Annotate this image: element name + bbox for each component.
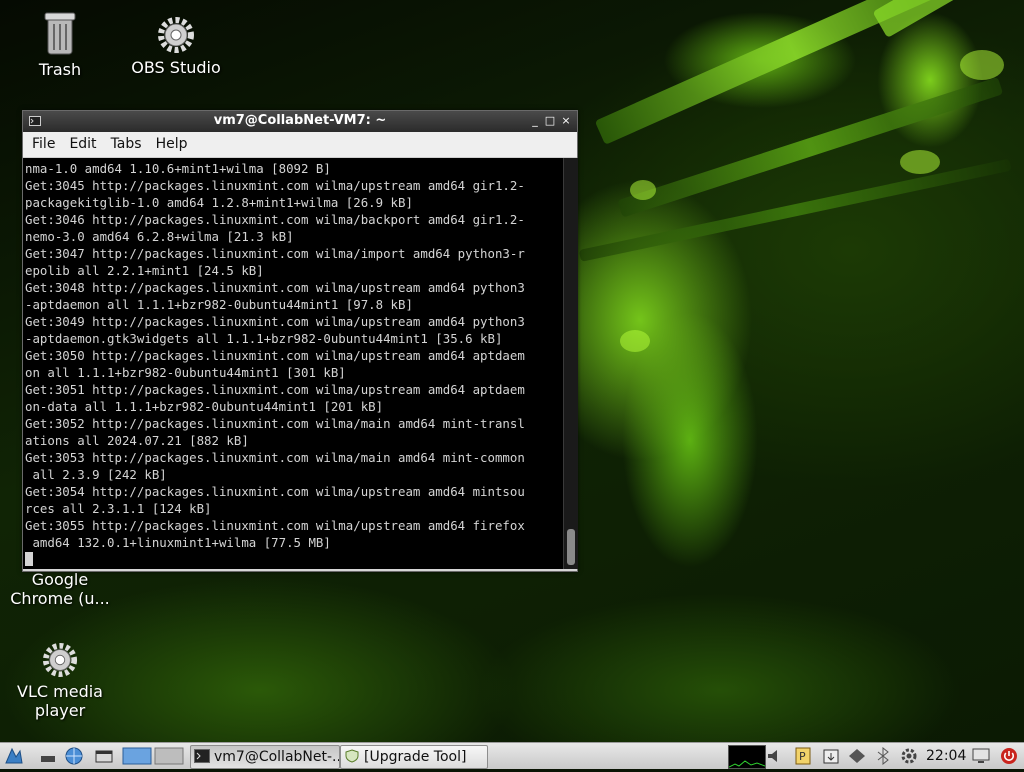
- power-icon[interactable]: [1000, 747, 1018, 765]
- network-icon[interactable]: [848, 747, 866, 765]
- close-button[interactable]: ×: [559, 113, 573, 129]
- terminal-output[interactable]: nma-1.0 amd64 1.10.6+mint1+wilma [8092 B…: [23, 158, 563, 569]
- desktop-icon-trash[interactable]: Trash: [5, 10, 115, 79]
- menu-help[interactable]: Help: [149, 132, 195, 157]
- menu-icon[interactable]: [4, 747, 24, 765]
- terminal-window[interactable]: vm7@CollabNet-VM7: ~ _ □ × FileEditTabsH…: [22, 110, 578, 572]
- bluetooth-icon[interactable]: [874, 747, 892, 765]
- trash-icon: [42, 10, 78, 56]
- wallpaper-highlight: [620, 330, 650, 352]
- workspace-2-icon[interactable]: [154, 747, 184, 765]
- taskbar: vm7@CollabNet-... [Upgrade Tool] P 22:04: [0, 742, 1024, 769]
- menu-file[interactable]: File: [25, 132, 62, 157]
- terminal-line: Get:3046 http://packages.linuxmint.com w…: [25, 212, 525, 227]
- menu-bar: FileEditTabsHelp: [23, 132, 577, 158]
- terminal-line: Get:3050 http://packages.linuxmint.com w…: [25, 348, 525, 363]
- terminal-line: on all 1.1.1+bzr982-0ubuntu44mint1 [301 …: [25, 365, 346, 380]
- browser-icon[interactable]: [64, 747, 84, 765]
- file-manager-icon[interactable]: [94, 747, 114, 765]
- terminal-line: Get:3055 http://packages.linuxmint.com w…: [25, 518, 525, 533]
- terminal-scrollbar[interactable]: [563, 158, 578, 569]
- cpu-monitor-graph[interactable]: [728, 745, 766, 769]
- task-label: [Upgrade Tool]: [364, 749, 466, 765]
- maximize-button[interactable]: □: [543, 113, 557, 129]
- window-titlebar[interactable]: vm7@CollabNet-VM7: ~ _ □ ×: [23, 111, 577, 132]
- desktop-icon-label: Trash: [5, 60, 115, 79]
- desktop-icon-label: Google Chrome (u...: [5, 570, 115, 608]
- window-title: vm7@CollabNet-VM7: ~: [23, 113, 577, 128]
- terminal-line: nma-1.0 amd64 1.10.6+mint1+wilma [8092 B…: [25, 161, 331, 176]
- task-terminal[interactable]: vm7@CollabNet-...: [190, 745, 340, 769]
- shield-icon: [344, 749, 360, 763]
- terminal-line: Get:3054 http://packages.linuxmint.com w…: [25, 484, 525, 499]
- task-upgrade-tool[interactable]: [Upgrade Tool]: [340, 745, 488, 769]
- terminal-line: nemo-3.0 amd64 6.2.8+wilma [21.3 kB]: [25, 229, 294, 244]
- update-manager-icon[interactable]: [822, 747, 840, 765]
- gear-icon: [157, 16, 195, 54]
- clipboard-icon[interactable]: P: [794, 747, 812, 765]
- wallpaper-highlight: [960, 50, 1004, 80]
- terminal-line: Get:3045 http://packages.linuxmint.com w…: [25, 178, 525, 193]
- svg-text:P: P: [799, 750, 806, 763]
- terminal-line: rces all 2.3.1.1 [124 kB]: [25, 501, 212, 516]
- terminal-line: Get:3047 http://packages.linuxmint.com w…: [25, 246, 525, 261]
- desktop-icon-vlc[interactable]: VLC media player: [5, 642, 115, 720]
- display-icon[interactable]: [972, 747, 990, 765]
- terminal-line: epolib all 2.2.1+mint1 [24.5 kB]: [25, 263, 264, 278]
- wallpaper-highlight: [900, 150, 940, 174]
- terminal-line: Get:3049 http://packages.linuxmint.com w…: [25, 314, 525, 329]
- menu-tabs[interactable]: Tabs: [104, 132, 149, 157]
- desktop-icon-obs-studio[interactable]: OBS Studio: [121, 16, 231, 77]
- terminal-line: packagekitglib-1.0 amd64 1.2.8+mint1+wil…: [25, 195, 413, 210]
- wallpaper-streak: [595, 0, 989, 145]
- terminal-line: Get:3048 http://packages.linuxmint.com w…: [25, 280, 525, 295]
- workspace-1-icon[interactable]: [122, 747, 152, 765]
- terminal-line: Get:3051 http://packages.linuxmint.com w…: [25, 382, 525, 397]
- terminal-line: Get:3052 http://packages.linuxmint.com w…: [25, 416, 525, 431]
- wallpaper-streak: [873, 0, 1024, 38]
- desktop-icon-label: VLC media player: [5, 682, 115, 720]
- terminal-line: amd64 132.0.1+linuxmint1+wilma [77.5 MB]: [25, 535, 331, 550]
- minimize-button[interactable]: _: [528, 113, 542, 129]
- show-desktop-icon[interactable]: [38, 747, 58, 765]
- taskbar-clock[interactable]: 22:04: [926, 743, 966, 769]
- terminal-line: -aptdaemon all 1.1.1+bzr982-0ubuntu44min…: [25, 297, 413, 312]
- terminal-line: on-data all 1.1.1+bzr982-0ubuntu44mint1 …: [25, 399, 383, 414]
- terminal-cursor: [25, 552, 33, 566]
- settings-gear-icon[interactable]: [900, 747, 918, 765]
- task-label: vm7@CollabNet-...: [214, 749, 340, 765]
- wallpaper-highlight: [630, 180, 656, 200]
- volume-icon[interactable]: [766, 747, 784, 765]
- terminal-line: all 2.3.9 [242 kB]: [25, 467, 167, 482]
- cpu-graph-icon: [729, 746, 765, 768]
- terminal-text: nma-1.0 amd64 1.10.6+mint1+wilma [8092 B…: [23, 158, 563, 568]
- menu-edit[interactable]: Edit: [62, 132, 103, 157]
- terminal-icon: [194, 749, 210, 763]
- terminal-line: Get:3053 http://packages.linuxmint.com w…: [25, 450, 525, 465]
- terminal-line: ations all 2024.07.21 [882 kB]: [25, 433, 249, 448]
- desktop-icon-label: OBS Studio: [121, 58, 231, 77]
- scrollbar-thumb[interactable]: [567, 529, 575, 565]
- gear-icon: [42, 642, 78, 678]
- terminal-line: -aptdaemon.gtk3widgets all 1.1.1+bzr982-…: [25, 331, 502, 346]
